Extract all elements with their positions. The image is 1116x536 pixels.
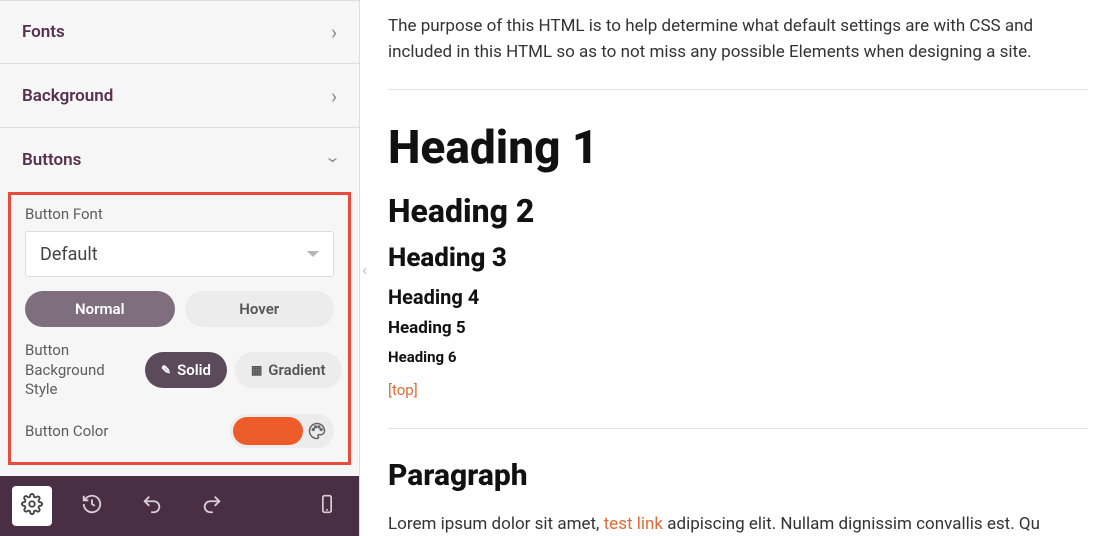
section-fonts[interactable]: Fonts › [0,0,359,64]
paragraph-heading: Paragraph [388,453,1088,498]
customizer-sidebar: Fonts › Background › Buttons › Button Fo… [0,0,360,536]
heading-2: Heading 2 [388,187,1088,235]
heading-1: Heading 1 [388,114,1088,183]
mobile-icon [317,494,337,519]
section-buttons[interactable]: Buttons › [0,128,359,192]
divider [388,428,1088,429]
chevron-down-icon: › [322,157,346,163]
undo-icon [141,493,163,520]
tab-normal-label: Normal [75,300,124,318]
bg-style-label: Button Background Style [25,341,135,400]
pencil-icon: ✎ [161,363,171,377]
button-color-row: Button Color [25,414,334,448]
heading-5: Heading 5 [388,316,1088,342]
gear-icon [21,493,43,520]
section-fonts-label: Fonts [22,22,65,42]
bg-style-solid-label: Solid [177,361,211,379]
redo-button[interactable] [192,486,232,526]
button-color-label: Button Color [25,422,108,440]
bg-style-gradient[interactable]: ▦ Gradient [235,352,342,388]
settings-button[interactable] [12,486,52,526]
sidebar-scroll: Fonts › Background › Buttons › Button Fo… [0,0,359,476]
test-link[interactable]: test link [604,514,663,534]
heading-6: Heading 6 [388,346,1088,369]
divider [388,89,1088,90]
section-buttons-label: Buttons [22,150,81,170]
history-icon [81,493,103,520]
caret-down-icon [307,251,319,257]
section-background-label: Background [22,86,113,106]
paragraph-pre: Lorem ipsum dolor sit amet, [388,514,604,534]
button-color-control[interactable] [230,414,334,448]
preview-pane: The purpose of this HTML is to help dete… [360,0,1116,536]
redo-icon [201,493,223,520]
button-font-select[interactable]: Default [25,231,334,277]
button-font-value: Default [40,244,98,265]
tab-hover[interactable]: Hover [185,291,335,327]
collapse-sidebar-handle[interactable]: ‹ [362,260,367,279]
chevron-right-icon: › [331,20,337,44]
sidebar-bottom-toolbar [0,476,359,536]
palette-icon[interactable] [303,417,331,445]
section-background[interactable]: Background › [0,64,359,128]
heading-3: Heading 3 [388,239,1088,278]
paragraph-text: Lorem ipsum dolor sit amet, test link ad… [388,512,1088,536]
tab-hover-label: Hover [239,300,279,318]
paragraph-post: adipiscing elit. Nullam dignissim conval… [663,514,1040,534]
history-button[interactable] [72,486,112,526]
color-swatch[interactable] [233,417,303,445]
bg-style-solid[interactable]: ✎ Solid [145,352,227,388]
button-font-label: Button Font [25,205,334,223]
bg-style-row: Button Background Style ✎ Solid ▦ Gradie… [25,341,334,400]
grid-icon: ▦ [251,363,262,377]
chevron-right-icon: › [331,84,337,108]
heading-4: Heading 4 [388,282,1088,312]
top-link[interactable]: [top] [388,381,418,399]
state-tab-row: Normal Hover [25,291,334,327]
undo-button[interactable] [132,486,172,526]
intro-text: The purpose of this HTML is to help dete… [388,14,1088,65]
mobile-preview-button[interactable] [307,486,347,526]
buttons-panel-highlight: Button Font Default Normal Hover Button … [8,192,351,465]
tab-normal[interactable]: Normal [25,291,175,327]
bg-style-gradient-label: Gradient [268,361,325,379]
